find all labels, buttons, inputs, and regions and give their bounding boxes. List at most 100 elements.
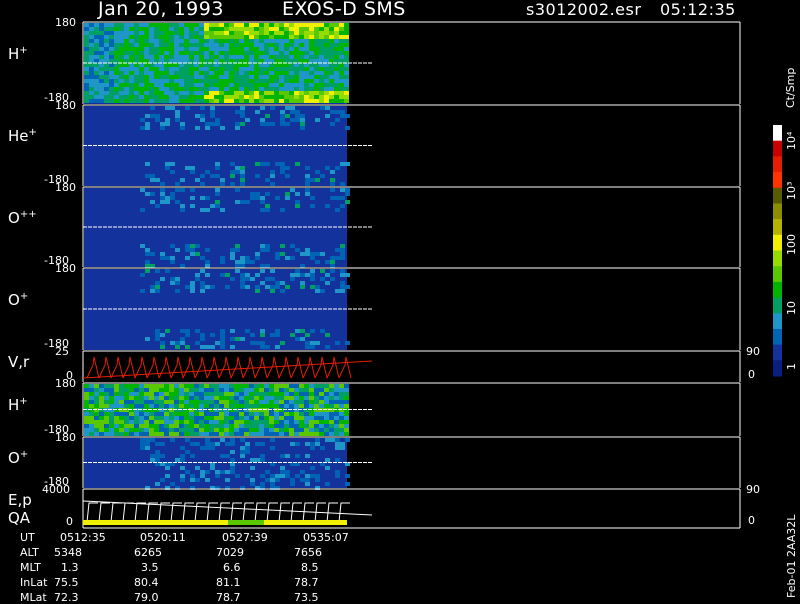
spectrogram-cell [230,345,235,349]
spectrogram-cell [144,47,149,51]
spectrogram-cell [150,200,155,204]
spectrogram-cell [199,384,204,388]
spectrogram-cell [329,424,334,428]
spectrogram-cell [254,67,259,71]
spectrogram-cell [99,392,104,396]
spectrogram-cell [240,200,245,204]
spectrogram-cell [299,384,304,388]
spectrogram-cell [124,67,129,71]
spectrogram-cell [185,438,190,442]
spectrogram-cell [259,420,264,424]
spectrogram-cell [205,208,210,212]
spectrogram-cell [84,55,89,59]
spectrogram-cell [304,83,309,87]
spectrogram-cell [114,416,119,420]
spectrogram-cell [274,388,279,392]
spectrogram-cell [99,424,104,428]
spectrogram-cell [344,400,349,404]
spectrogram-cell [275,474,280,478]
spectrogram-cell [339,67,344,71]
spectrogram-cell [335,256,340,260]
spectrogram-cell [134,23,139,27]
spectrogram-cell [124,27,129,31]
spectrogram-cell [274,91,279,95]
spectrogram-cell [189,31,194,35]
spectrogram-cell [200,281,205,285]
spectrogram-cell [229,83,234,87]
spectrogram-cell [140,126,145,130]
spectrogram-cell [89,99,94,103]
spectrogram-cell [94,47,99,51]
spectrogram-cell [324,71,329,75]
spectrogram-cell [134,63,139,67]
spectrogram-cell [250,478,255,482]
spectrogram-cell [309,31,314,35]
spectrogram-cell [335,166,340,170]
spectrogram-cell [229,75,234,79]
spectrogram-cell [269,71,274,75]
spectrogram-cell [314,95,319,99]
spectrogram-cell [239,95,244,99]
spectrogram-cell [184,51,189,55]
spectrogram-cell [184,420,189,424]
spectrogram-cell [280,166,285,170]
spectrogram-cell [244,384,249,388]
spectrogram-cell [184,47,189,51]
spectrogram-cell [304,404,309,408]
spectrogram-cell [315,118,320,122]
spectrogram-cell [104,47,109,51]
spectrogram-cell [274,404,279,408]
spectrogram-cell [190,196,195,200]
spectrogram-cell [344,99,349,103]
spectrogram-cell [279,43,284,47]
spectrogram-cell [174,87,179,91]
spectrogram-cell [234,384,239,388]
spectrogram-cell [220,454,225,458]
spectrogram-cell [210,446,215,450]
spectrogram-cell [150,106,155,110]
spectrogram-cell [295,329,300,333]
spectrogram-cell [255,285,260,289]
spectrogram-cell [314,31,319,35]
spectrogram-cell [199,83,204,87]
spectrogram-cell [99,388,104,392]
spectrogram-cell [299,71,304,75]
spectrogram-cell [159,79,164,83]
spectrogram-cell [214,384,219,388]
spectrogram-cell [99,71,104,75]
spectrogram-cell [114,99,119,103]
spectrogram-cell [154,412,159,416]
spectrogram-cell [240,260,245,264]
spectrogram-cell [230,256,235,260]
spectrogram-cell [164,400,169,404]
spectrogram-cell [189,51,194,55]
spectrogram-cell [279,404,284,408]
spectrogram-cell [274,83,279,87]
spectrogram-cell [314,75,319,79]
spectrogram-cell [210,106,215,110]
spectrogram-cell [334,412,339,416]
spectrogram-cell [264,43,269,47]
spectrogram-cell [229,27,234,31]
spectrogram-cell [314,55,319,59]
spectrogram-cell [329,91,334,95]
spectrogram-cell [310,204,315,208]
spectrogram-cell [309,428,314,432]
spectrogram-cell [219,31,224,35]
spectrogram-cell [259,71,264,75]
spectrogram-cell [189,27,194,31]
spectrogram-cell [275,256,280,260]
spectrogram-cell [205,122,210,126]
spectrogram-cell [204,83,209,87]
spectrogram-cell [230,174,235,178]
spectrogram-cell [94,384,99,388]
spectrogram-cell [225,454,230,458]
spectrogram-cell [139,432,144,436]
spectrogram-cell [149,67,154,71]
spectrogram-cell [300,122,305,126]
energy-trace [254,502,266,523]
spectrogram-cell [284,416,289,420]
spectrogram-cell [89,75,94,79]
panel-ep [82,488,741,528]
spectrogram-cell [254,75,259,79]
